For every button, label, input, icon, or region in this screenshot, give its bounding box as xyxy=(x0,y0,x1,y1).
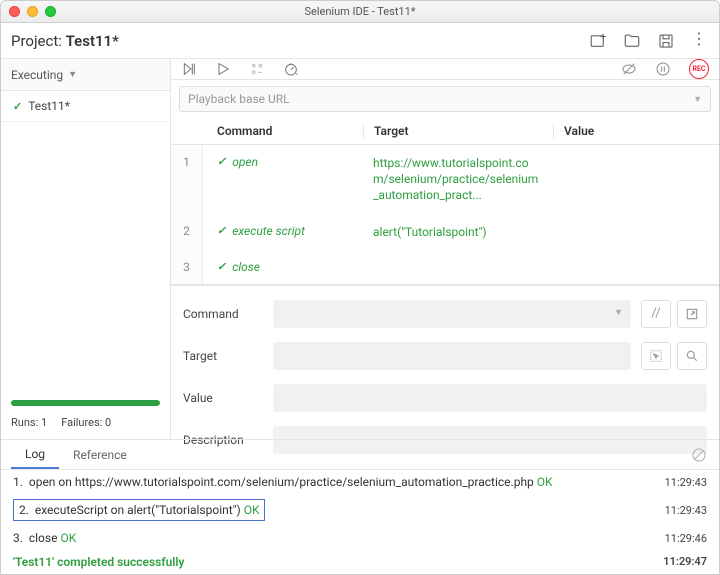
log-row: 1. open on https://www.tutorialspoint.co… xyxy=(1,470,719,494)
disable-breakpoints-icon[interactable] xyxy=(621,61,637,77)
editor-command-input[interactable]: ▼ xyxy=(273,300,631,328)
command-table: 1 ✓open https://www.tutorialspoint.com/s… xyxy=(171,145,719,285)
command-target: alert("Tutorialspoint") xyxy=(363,214,553,250)
header-target: Target xyxy=(363,124,553,138)
command-name: close xyxy=(232,260,260,274)
run-stats: Runs: 1 Failures: 0 xyxy=(1,416,170,439)
check-icon: ✓ xyxy=(217,155,226,204)
open-project-icon[interactable] xyxy=(623,32,641,50)
chevron-down-icon: ▼ xyxy=(68,69,77,80)
row-index: 1 xyxy=(171,145,203,214)
command-row[interactable]: 2 ✓ execute script alert("Tutorialspoint"… xyxy=(171,214,719,250)
row-index: 3 xyxy=(171,250,203,284)
failures-label: Failures: xyxy=(61,416,102,429)
log-text: 3. close OK xyxy=(13,531,76,545)
log-row: 3. close OK 11:29:46 xyxy=(1,526,719,550)
row-index: 2 xyxy=(171,214,203,250)
log-text: 2. executeScript on alert("Tutorialspoin… xyxy=(13,499,265,521)
log-text: 1. open on https://www.tutorialspoint.co… xyxy=(13,475,553,489)
log-row: 2. executeScript on alert("Tutorialspoin… xyxy=(1,494,719,526)
step-icon[interactable] xyxy=(249,61,265,77)
editor-target-label: Target xyxy=(183,349,263,363)
test-item-name: Test11* xyxy=(28,99,70,113)
run-current-icon[interactable] xyxy=(215,61,231,77)
open-new-window-button[interactable] xyxy=(677,300,707,328)
command-editor: Command ▼ // Target Value xyxy=(171,285,719,464)
runs-label: Runs: xyxy=(11,416,38,429)
command-name: execute script xyxy=(232,224,305,240)
editor-value-label: Value xyxy=(183,391,263,405)
save-project-icon[interactable] xyxy=(657,32,675,50)
test-list-item[interactable]: ✓ Test11* xyxy=(1,91,170,122)
command-row[interactable]: 1 ✓open https://www.tutorialspoint.com/s… xyxy=(171,145,719,214)
speed-icon[interactable] xyxy=(283,61,299,77)
chevron-down-icon: ▼ xyxy=(693,94,702,105)
sidebar: Executing ▼ ✓ Test11* Runs: 1 Failures: … xyxy=(1,59,171,439)
log-final-time: 11:29:47 xyxy=(663,555,707,569)
editor-command-label: Command xyxy=(183,307,263,321)
check-icon: ✓ xyxy=(217,224,226,240)
run-all-icon[interactable] xyxy=(181,61,197,77)
chevron-down-icon: ▼ xyxy=(614,307,623,318)
log-time: 11:29:46 xyxy=(665,532,707,545)
project-bar: Project: Test11* ⋮ xyxy=(1,23,719,59)
header-value: Value xyxy=(553,124,719,138)
pause-on-exception-icon[interactable] xyxy=(655,61,671,77)
check-icon: ✓ xyxy=(13,100,22,113)
base-url-input[interactable]: Playback base URL ▼ xyxy=(179,86,711,112)
toggle-comment-button[interactable]: // xyxy=(641,300,671,328)
test-mode-label: Executing xyxy=(11,68,63,82)
log-time: 11:29:43 xyxy=(665,504,707,517)
footer: Log Reference 1. open on https://www.tut… xyxy=(1,439,719,574)
record-button[interactable]: REC xyxy=(689,59,709,79)
failures-count: 0 xyxy=(105,416,111,429)
command-table-header: Command Target Value xyxy=(171,118,719,145)
log-final-row: 'Test11' completed successfully 11:29:47 xyxy=(1,550,719,574)
command-target xyxy=(363,250,553,284)
window-title: Selenium IDE - Test11* xyxy=(1,5,719,18)
tab-reference[interactable]: Reference xyxy=(59,440,141,469)
more-menu-icon[interactable]: ⋮ xyxy=(691,32,709,50)
progress-bar xyxy=(11,400,160,406)
project-label: Project: xyxy=(11,32,62,50)
project-name: Test11* xyxy=(66,32,119,50)
check-icon: ✓ xyxy=(217,260,226,274)
select-target-button[interactable] xyxy=(641,342,671,370)
tab-log[interactable]: Log xyxy=(11,440,59,469)
editor-value-input[interactable] xyxy=(273,384,707,412)
command-row[interactable]: 3 ✓ close xyxy=(171,250,719,284)
editor-target-input[interactable] xyxy=(273,342,631,370)
command-target: https://www.tutorialspoint.com/selenium/… xyxy=(363,145,553,214)
base-url-placeholder: Playback base URL xyxy=(188,92,290,106)
log-time: 11:29:43 xyxy=(665,476,707,489)
command-name: open xyxy=(232,155,258,204)
header-command: Command xyxy=(203,124,363,138)
clear-log-icon[interactable] xyxy=(691,447,707,463)
toolbar: REC xyxy=(171,59,719,80)
new-project-icon[interactable] xyxy=(589,32,607,50)
log-panel: 1. open on https://www.tutorialspoint.co… xyxy=(1,470,719,550)
runs-count: 1 xyxy=(41,416,47,429)
find-target-button[interactable] xyxy=(677,342,707,370)
titlebar: Selenium IDE - Test11* xyxy=(1,1,719,23)
test-mode-dropdown[interactable]: Executing ▼ xyxy=(1,59,170,91)
log-final-text: 'Test11' completed successfully xyxy=(13,555,184,569)
